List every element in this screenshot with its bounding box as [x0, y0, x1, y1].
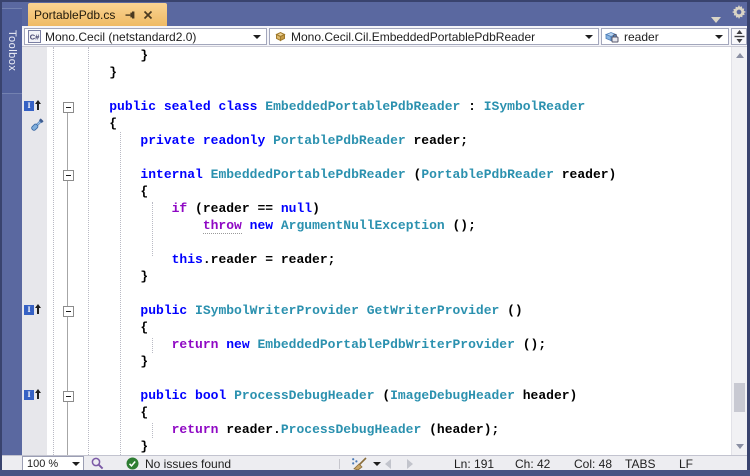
implements-arrow-icon[interactable]: I	[24, 100, 42, 111]
private-field-icon	[605, 30, 620, 43]
document-tab[interactable]: PortablePdb.cs	[28, 3, 167, 26]
outline-collapse-toggle[interactable]	[63, 306, 74, 317]
code-line[interactable]: if (reader == null)	[78, 200, 616, 217]
dropdown-arrow-icon	[253, 34, 261, 39]
vertical-scrollbar[interactable]	[731, 47, 747, 455]
code-line[interactable]: {	[78, 319, 616, 336]
code-line[interactable]: internal EmbeddedPortablePdbReader (Port…	[78, 166, 616, 183]
code-line[interactable]: public bool ProcessDebugHeader (ImageDeb…	[78, 387, 616, 404]
health-indicator-text[interactable]: No issues found	[145, 457, 231, 471]
status-indent-mode[interactable]: TABS	[625, 457, 655, 471]
status-line-ending[interactable]: LF	[679, 457, 693, 471]
zoom-level-value: 100 %	[27, 457, 59, 470]
outline-collapse-toggle[interactable]	[63, 170, 74, 181]
code-line[interactable]	[78, 234, 616, 251]
close-icon[interactable]	[143, 10, 153, 20]
code-line[interactable]: private readonly PortablePdbReader reade…	[78, 132, 616, 149]
code-line[interactable]: }	[78, 47, 616, 64]
outline-collapse-toggle[interactable]	[63, 391, 74, 402]
scroll-right-icon[interactable]	[407, 459, 413, 469]
type-dropdown-value: Mono.Cecil.Cil.EmbeddedPortablePdbReader	[291, 29, 536, 44]
project-dropdown[interactable]: C# Mono.Cecil (netstandard2.0)	[24, 28, 267, 45]
code-line[interactable]	[78, 285, 616, 302]
code-line[interactable]: {	[78, 183, 616, 200]
member-dropdown-value: reader	[624, 29, 659, 44]
toolbox-label: Toolbox	[6, 30, 18, 72]
code-line[interactable]: }	[78, 438, 616, 455]
scrollbar-thumb[interactable]	[734, 383, 745, 412]
type-dropdown[interactable]: Mono.Cecil.Cil.EmbeddedPortablePdbReader	[269, 28, 599, 45]
code-line[interactable]: return reader.ProcessDebugHeader (header…	[78, 421, 616, 438]
code-line[interactable]: return new EmbeddedPortablePdbWriterProv…	[78, 336, 616, 353]
csharp-project-icon: C#	[28, 30, 41, 43]
window-bottom-border	[0, 470, 750, 476]
document-tab-title: PortablePdb.cs	[34, 7, 116, 22]
code-line[interactable]: }	[78, 268, 616, 285]
zoom-dropdown[interactable]: 100 %	[22, 456, 84, 471]
class-icon	[273, 30, 287, 43]
code-line[interactable]	[78, 370, 616, 387]
code-line[interactable]	[78, 149, 616, 166]
code-line[interactable]: }	[78, 64, 616, 81]
dropdown-arrow-icon	[715, 34, 723, 39]
screwdriver-icon[interactable]	[28, 117, 45, 139]
code-line[interactable]: this.reader = reader;	[78, 251, 616, 268]
code-editor[interactable]: I I I } } public sealed class EmbeddedPo…	[22, 47, 731, 455]
code-line[interactable]: {	[78, 115, 616, 132]
code-text[interactable]: } } public sealed class EmbeddedPortable…	[78, 47, 616, 455]
gear-icon[interactable]	[732, 5, 746, 24]
toolbox-collapsed-tab[interactable]: Toolbox	[2, 8, 22, 94]
implements-arrow-icon[interactable]: I	[24, 389, 42, 400]
split-window-icon	[734, 30, 744, 43]
status-character[interactable]: Ch: 42	[515, 457, 550, 471]
implements-arrow-icon[interactable]: I	[24, 304, 42, 315]
code-line[interactable]: {	[78, 404, 616, 421]
split-window-button[interactable]	[731, 28, 747, 45]
editor-status-strip: 100 % No issues found Ln: 191 Ch: 42 Col…	[2, 455, 747, 471]
svg-text:C#: C#	[30, 33, 40, 42]
status-column[interactable]: Col: 48	[574, 457, 612, 471]
code-line[interactable]: public sealed class EmbeddedPortablePdbR…	[78, 98, 616, 115]
navigation-bar: C# Mono.Cecil (netstandard2.0) Mono.Ceci…	[22, 26, 747, 47]
member-dropdown[interactable]: reader	[601, 28, 729, 45]
scroll-left-icon[interactable]	[385, 459, 391, 469]
scroll-down-icon[interactable]	[736, 444, 744, 449]
margin-separator	[53, 47, 54, 455]
vs-editor-window: Toolbox PortablePdb.cs C# Mono.Cecil (ne…	[0, 0, 750, 476]
broom-dropdown-arrow-icon[interactable]	[373, 462, 381, 466]
code-line[interactable]: public ISymbolWriterProvider GetWriterPr…	[78, 302, 616, 319]
project-dropdown-value: Mono.Cecil (netstandard2.0)	[45, 29, 197, 44]
dropdown-arrow-icon	[72, 461, 80, 466]
dropdown-arrow-icon	[585, 34, 593, 39]
scroll-up-icon[interactable]	[736, 53, 744, 58]
separator	[339, 459, 340, 469]
pin-icon[interactable]	[124, 9, 136, 21]
outline-collapse-toggle[interactable]	[63, 102, 74, 113]
outline-line	[67, 111, 68, 455]
code-line[interactable]	[78, 81, 616, 98]
status-line-number[interactable]: Ln: 191	[454, 457, 494, 471]
code-line[interactable]: throw new ArgumentNullException ();	[78, 217, 616, 234]
code-line[interactable]: }	[78, 353, 616, 370]
